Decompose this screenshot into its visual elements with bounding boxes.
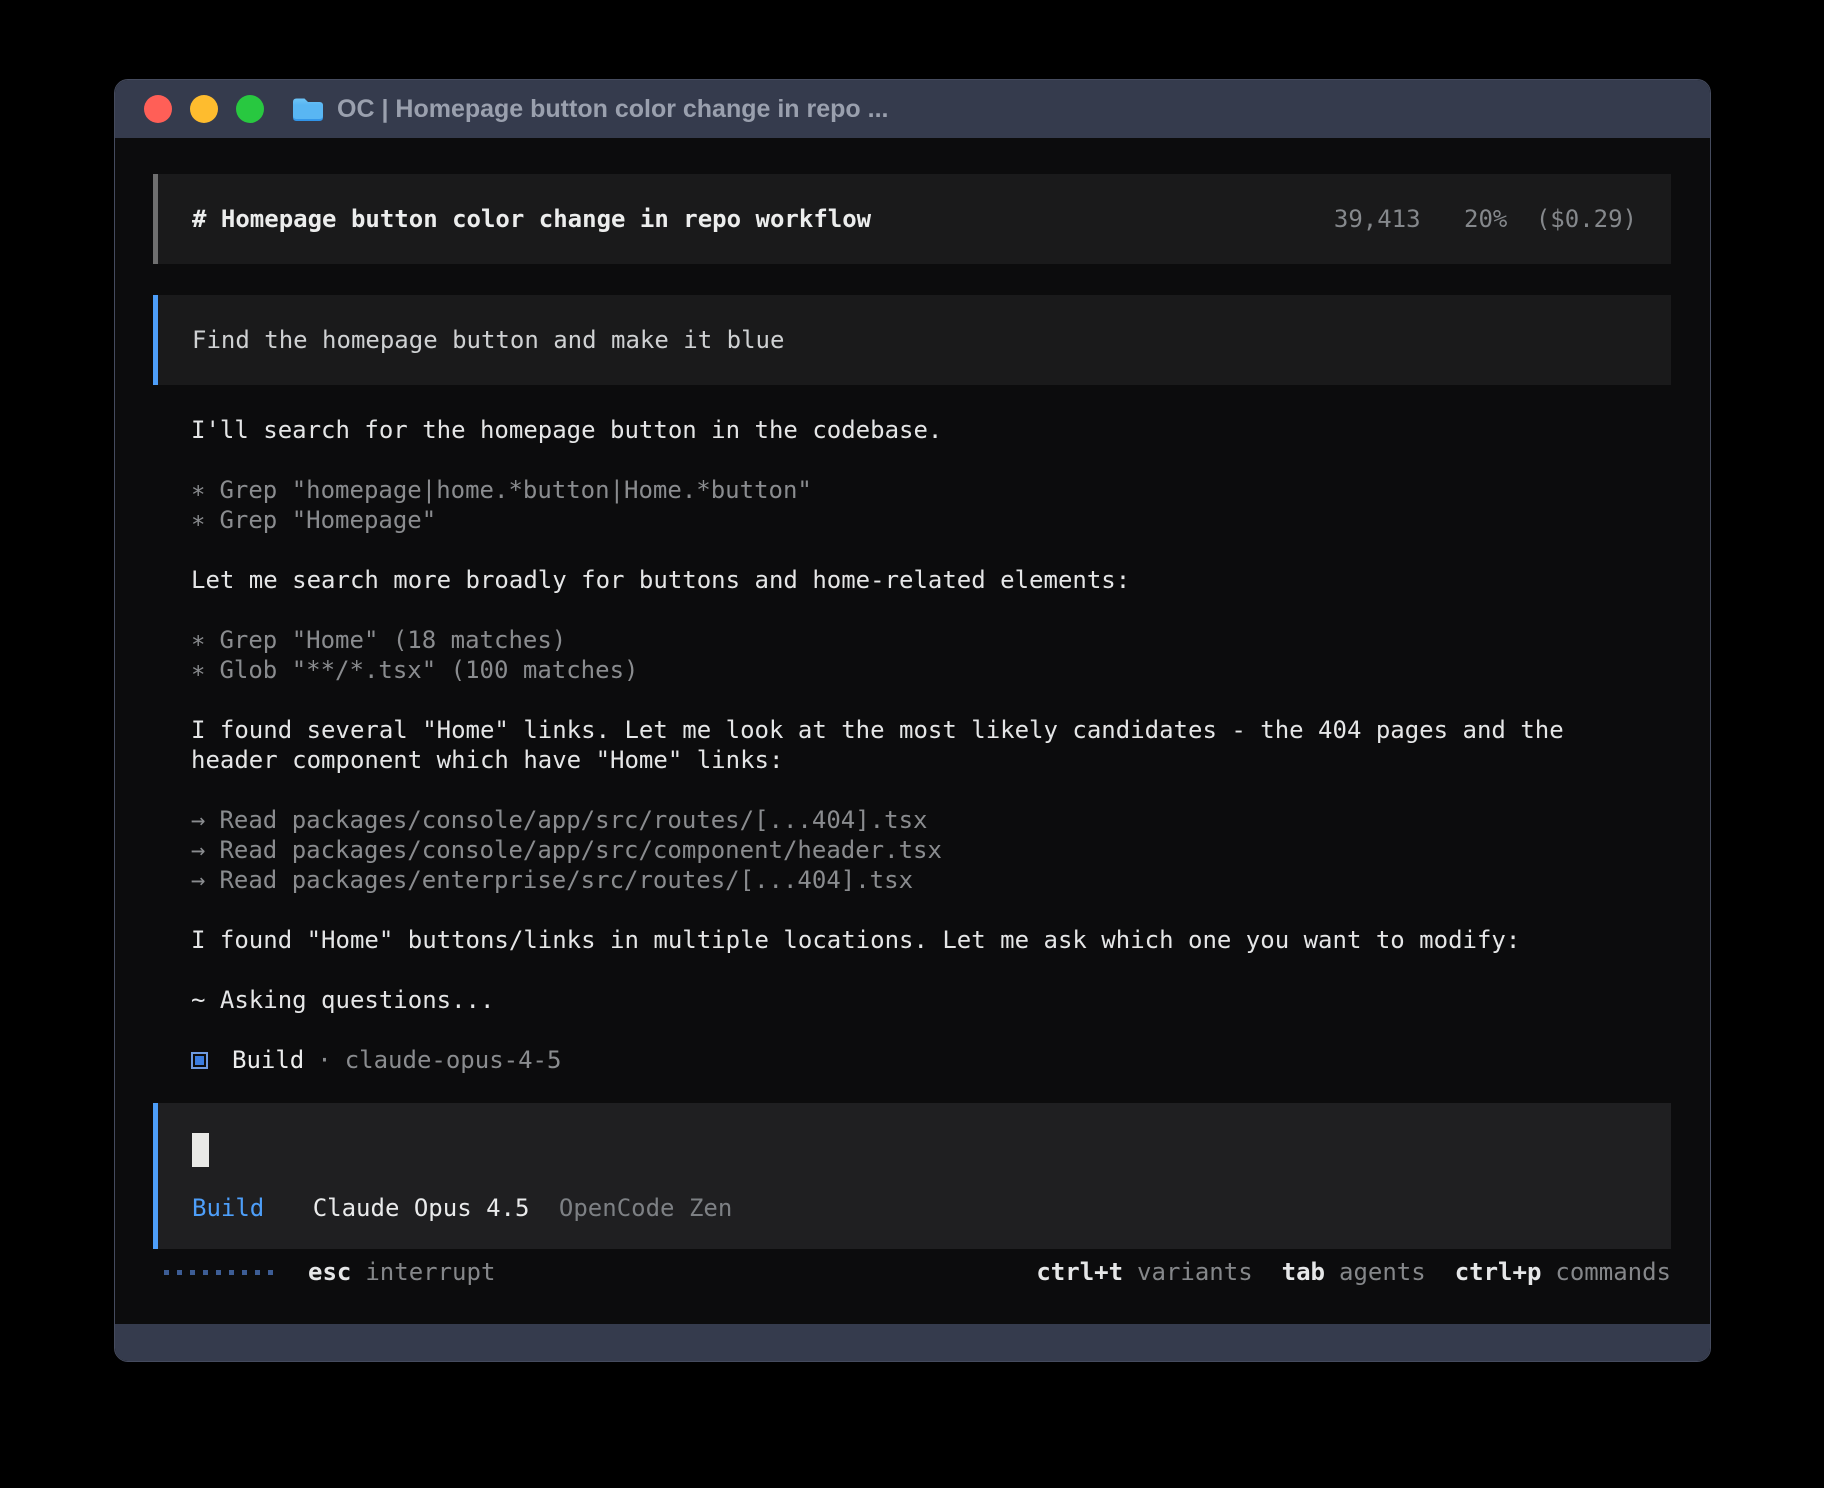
token-count: 39,413 xyxy=(1334,205,1421,233)
tool-call: ∗ Grep "Home" (18 matches) xyxy=(191,625,1640,655)
prompt-input[interactable]: Build Claude Opus 4.5 OpenCode Zen xyxy=(153,1103,1671,1249)
session-cost: ($0.29) xyxy=(1536,205,1637,233)
text-cursor xyxy=(192,1133,209,1167)
tool-call-text: Grep "Home" (18 matches) xyxy=(219,626,566,654)
input-model-label[interactable]: Claude Opus 4.5 xyxy=(313,1194,530,1222)
shortcut-agents: tab agents xyxy=(1282,1257,1426,1287)
read-arrow-icon: → xyxy=(191,866,205,894)
assistant-message: Let me search more broadly for buttons a… xyxy=(191,565,1640,595)
terminal-content: # Homepage button color change in repo w… xyxy=(115,138,1710,1324)
conversation: I'll search for the homepage button in t… xyxy=(153,415,1678,1075)
shortcut-label: variants xyxy=(1137,1258,1253,1286)
tool-call: ∗ Glob "**/*.tsx" (100 matches) xyxy=(191,655,1640,685)
tool-done-icon: ∗ xyxy=(191,626,205,654)
tool-call-group: ∗ Grep "homepage|home.*button|Home.*butto… xyxy=(191,475,1640,535)
tool-call-text: Glob "**/*.tsx" (100 matches) xyxy=(219,656,638,684)
context-percent: 20% xyxy=(1464,205,1507,233)
assistant-message: I found several "Home" links. Let me loo… xyxy=(191,715,1640,775)
input-agent-label[interactable]: Build xyxy=(192,1194,264,1222)
window-bottom-chrome xyxy=(115,1324,1710,1361)
session-header: # Homepage button color change in repo w… xyxy=(153,174,1671,264)
folder-icon xyxy=(292,96,324,122)
tool-call: → Read packages/console/app/src/component… xyxy=(191,835,1640,865)
working-status: ~ Asking questions... xyxy=(191,985,1640,1015)
agent-name: Build xyxy=(232,1045,304,1075)
agent-status-row: Build · claude-opus-4-5 xyxy=(191,1045,1640,1075)
tool-done-icon: ∗ xyxy=(191,476,205,504)
read-arrow-icon: → xyxy=(191,836,205,864)
shortcut-hints: ctrl+t variants tab agents ctrl+p commands xyxy=(1036,1257,1671,1287)
tool-call: → Read packages/enterprise/src/routes/[..… xyxy=(191,865,1640,895)
agent-separator: · xyxy=(317,1045,331,1075)
shortcut-key: ctrl+p xyxy=(1455,1258,1542,1286)
tool-call-text: Read packages/console/app/src/routes/[..… xyxy=(219,806,927,834)
shortcut-label: commands xyxy=(1555,1258,1671,1286)
interrupt-key: esc xyxy=(308,1258,351,1286)
assistant-message: I'll search for the homepage button in t… xyxy=(191,415,1640,445)
shortcut-variants: ctrl+t variants xyxy=(1036,1257,1252,1287)
shortcut-commands: ctrl+p commands xyxy=(1455,1257,1671,1287)
tool-done-icon: ∗ xyxy=(191,656,205,684)
input-provider-label: OpenCode Zen xyxy=(559,1194,732,1222)
shortcut-key: tab xyxy=(1282,1258,1325,1286)
tool-done-icon: ∗ xyxy=(191,506,205,534)
input-meta: Build Claude Opus 4.5 OpenCode Zen xyxy=(192,1193,1637,1223)
agent-model: claude-opus-4-5 xyxy=(345,1045,562,1075)
read-arrow-icon: → xyxy=(191,806,205,834)
shortcut-label: agents xyxy=(1339,1258,1426,1286)
window-titlebar[interactable]: OC | Homepage button color change in rep… xyxy=(115,80,1710,138)
user-message-text: Find the homepage button and make it blu… xyxy=(192,325,784,355)
assistant-message: I found "Home" buttons/links in multiple… xyxy=(191,925,1640,955)
tool-call-text: Read packages/console/app/src/component/… xyxy=(219,836,941,864)
tool-call: → Read packages/console/app/src/routes/[.… xyxy=(191,805,1640,835)
session-title: # Homepage button color change in repo w… xyxy=(192,204,871,234)
window-title: OC | Homepage button color change in rep… xyxy=(337,95,888,124)
close-button[interactable] xyxy=(144,95,172,123)
tool-call: ∗ Grep "homepage|home.*button|Home.*butto… xyxy=(191,475,1640,505)
session-stats: 39,413 20% ($0.29) xyxy=(1334,204,1637,234)
tool-call-text: Grep "homepage|home.*button|Home.*button… xyxy=(219,476,811,504)
tool-call-group: → Read packages/console/app/src/routes/[.… xyxy=(191,805,1640,895)
spinner-dots xyxy=(164,1270,273,1275)
shortcut-key: ctrl+t xyxy=(1036,1258,1123,1286)
tool-call-text: Grep "Homepage" xyxy=(219,506,436,534)
tool-call-text: Read packages/enterprise/src/routes/[...… xyxy=(219,866,913,894)
interrupt-hint: esc interrupt xyxy=(308,1257,495,1287)
tool-call: ∗ Grep "Homepage" xyxy=(191,505,1640,535)
zoom-button[interactable] xyxy=(236,95,264,123)
traffic-lights xyxy=(144,95,264,123)
status-bar: esc interrupt ctrl+t variants tab agents ct… xyxy=(153,1257,1671,1287)
tool-call-group: ∗ Grep "Home" (18 matches) ∗ Glob "**/*.ts… xyxy=(191,625,1640,685)
minimize-button[interactable] xyxy=(190,95,218,123)
terminal-window: OC | Homepage button color change in rep… xyxy=(114,79,1711,1362)
user-message: Find the homepage button and make it blu… xyxy=(153,295,1671,385)
interrupt-label: interrupt xyxy=(365,1258,495,1286)
build-agent-icon xyxy=(191,1052,208,1069)
